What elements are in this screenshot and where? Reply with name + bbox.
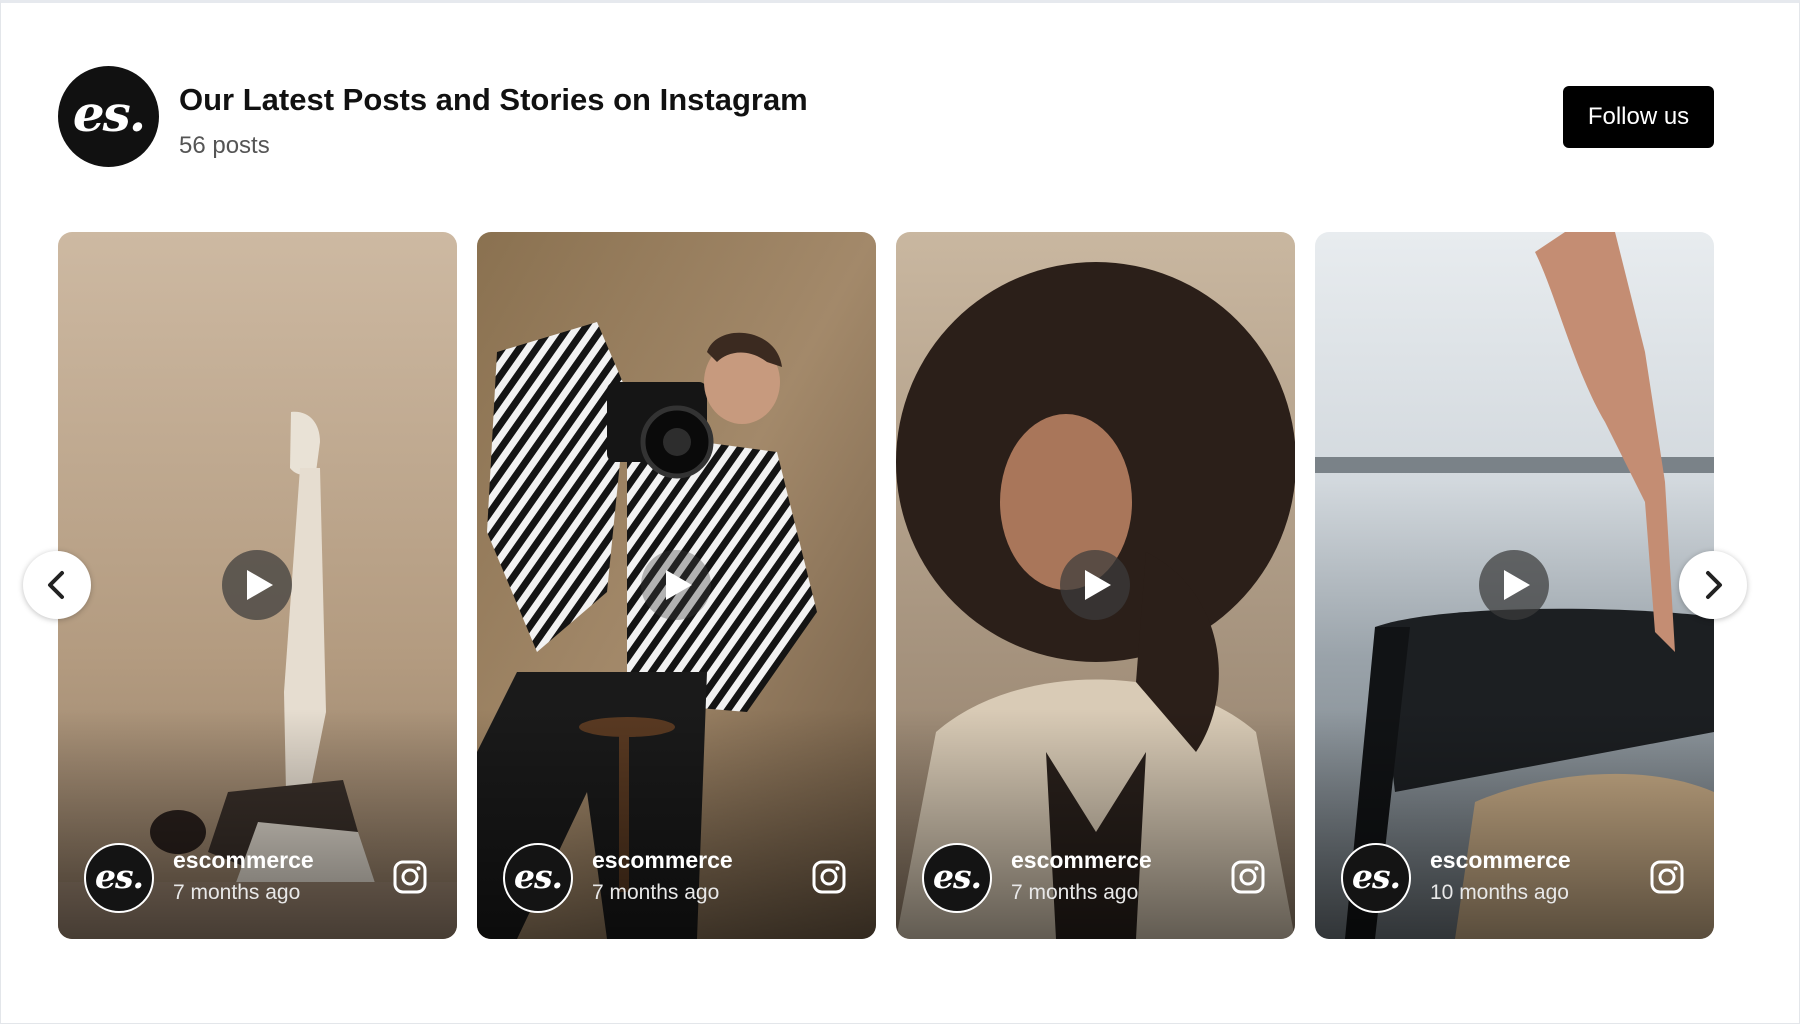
post-count: 56 posts <box>179 132 270 159</box>
author-username[interactable]: escommerce <box>173 847 314 874</box>
author-avatar-text: es. <box>94 856 144 896</box>
post-time: 7 months ago <box>592 881 720 904</box>
instagram-icon[interactable] <box>393 860 427 894</box>
author-username[interactable]: escommerce <box>1011 847 1152 874</box>
author-avatar-text: es. <box>1351 856 1401 896</box>
feed-title: Our Latest Posts and Stories on Instagra… <box>179 82 808 117</box>
post-meta: es. escommerce 7 months ago <box>84 843 431 913</box>
chevron-left-icon <box>48 571 64 599</box>
brand-avatar-text: es. <box>72 84 146 143</box>
post-time: 7 months ago <box>1011 881 1139 904</box>
author-username[interactable]: escommerce <box>1430 847 1571 874</box>
play-icon[interactable] <box>1060 550 1130 620</box>
post-time: 7 months ago <box>173 881 301 904</box>
author-avatar[interactable]: es. <box>1341 843 1411 913</box>
chevron-right-icon <box>1706 571 1722 599</box>
author-avatar[interactable]: es. <box>922 843 992 913</box>
instagram-icon[interactable] <box>1650 860 1684 894</box>
author-username[interactable]: escommerce <box>592 847 733 874</box>
play-icon[interactable] <box>1479 550 1549 620</box>
author-avatar-text: es. <box>932 856 982 896</box>
post-meta: es. escommerce 10 months ago <box>1341 843 1688 913</box>
feed-header: es. Our Latest Posts and Stories on Inst… <box>58 66 1714 168</box>
post-card[interactable]: es. escommerce 7 months ago <box>896 232 1295 939</box>
instagram-icon[interactable] <box>1231 860 1265 894</box>
play-icon[interactable] <box>641 550 711 620</box>
post-meta: es. escommerce 7 months ago <box>503 843 850 913</box>
post-card[interactable]: es. escommerce 10 months ago <box>1315 232 1714 939</box>
author-avatar-text: es. <box>513 856 563 896</box>
follow-button[interactable]: Follow us <box>1563 86 1714 148</box>
instagram-icon[interactable] <box>812 860 846 894</box>
post-time: 10 months ago <box>1430 881 1569 904</box>
post-card[interactable]: es. escommerce 7 months ago <box>477 232 876 939</box>
post-carousel: es. escommerce 7 months ago es. escommer… <box>58 232 1714 939</box>
instagram-feed-widget: es. Our Latest Posts and Stories on Inst… <box>0 0 1800 1024</box>
author-avatar[interactable]: es. <box>503 843 573 913</box>
play-icon[interactable] <box>222 550 292 620</box>
post-meta: es. escommerce 7 months ago <box>922 843 1269 913</box>
carousel-next-button[interactable] <box>1679 551 1747 619</box>
brand-avatar[interactable]: es. <box>58 66 159 167</box>
carousel-prev-button[interactable] <box>23 551 91 619</box>
author-avatar[interactable]: es. <box>84 843 154 913</box>
post-card[interactable]: es. escommerce 7 months ago <box>58 232 457 939</box>
